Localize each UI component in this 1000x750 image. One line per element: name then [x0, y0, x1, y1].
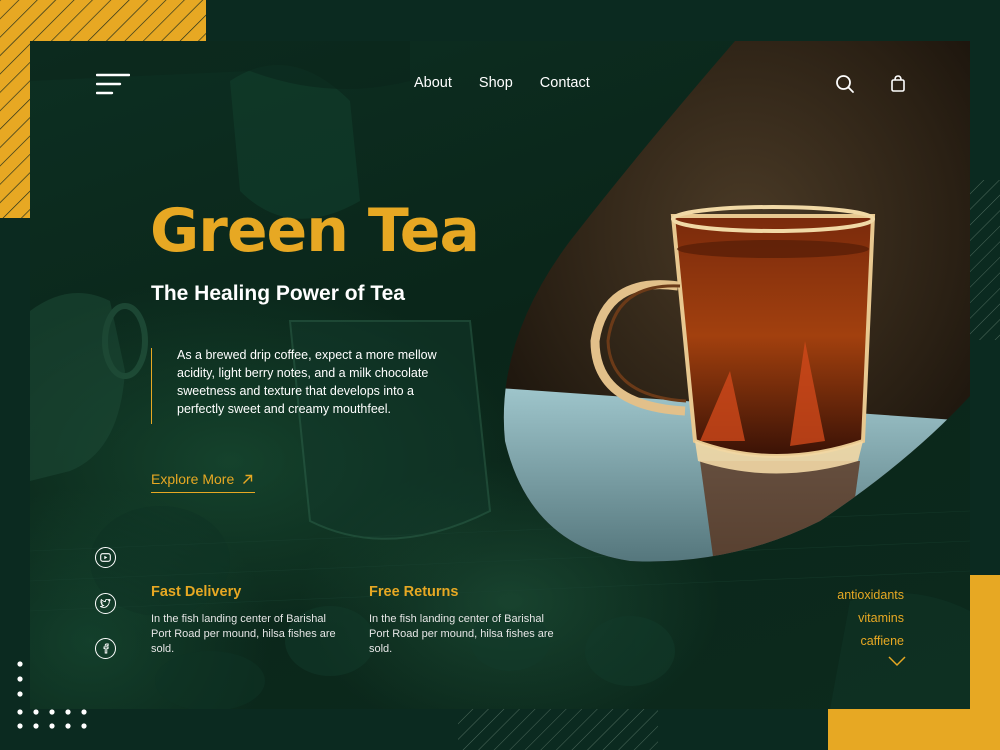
tag-vitamins[interactable]: vitamins	[837, 607, 904, 630]
hero-description: As a brewed drip coffee, expect a more m…	[177, 348, 437, 416]
page-title: Green Tea	[150, 196, 480, 266]
facebook-icon	[103, 643, 109, 654]
decorative-lines-bottom	[458, 708, 658, 750]
feature-title: Fast Delivery	[151, 584, 242, 600]
nav-shop[interactable]: Shop	[479, 75, 513, 91]
facebook-link[interactable]	[95, 638, 116, 659]
youtube-link[interactable]	[95, 547, 116, 568]
chevron-down-icon[interactable]	[888, 655, 906, 667]
arrow-up-right-icon	[243, 474, 253, 484]
nav-contact[interactable]: Contact	[540, 75, 590, 91]
feature-text: In the fish landing center of Barishal P…	[151, 613, 336, 655]
youtube-icon	[100, 553, 111, 562]
feature-free-returns: Free Returns In the fish landing center …	[369, 584, 559, 657]
feature-title: Free Returns	[369, 584, 459, 600]
main-nav: About Shop Contact	[414, 75, 590, 91]
explore-more-label: Explore More	[151, 471, 235, 487]
page-subtitle: The Healing Power of Tea	[151, 282, 405, 305]
decorative-lines-right	[968, 180, 1000, 340]
feature-text: In the fish landing center of Barishal P…	[369, 613, 554, 655]
twitter-icon	[100, 599, 111, 608]
menu-icon[interactable]	[96, 73, 130, 95]
explore-more-link[interactable]: Explore More	[151, 471, 255, 493]
tag-caffiene[interactable]: caffiene	[837, 630, 904, 653]
nav-about[interactable]: About	[414, 75, 452, 91]
description-accent-bar	[151, 348, 152, 424]
benefit-tags: antioxidants vitamins caffiene	[837, 584, 904, 653]
twitter-link[interactable]	[95, 593, 116, 614]
hero-card: About Shop Contact Green Tea The Healing…	[30, 41, 970, 709]
search-icon[interactable]	[834, 73, 856, 95]
tag-antioxidants[interactable]: antioxidants	[837, 584, 904, 607]
feature-fast-delivery: Fast Delivery In the fish landing center…	[151, 584, 341, 657]
shopping-bag-icon[interactable]	[887, 73, 909, 95]
